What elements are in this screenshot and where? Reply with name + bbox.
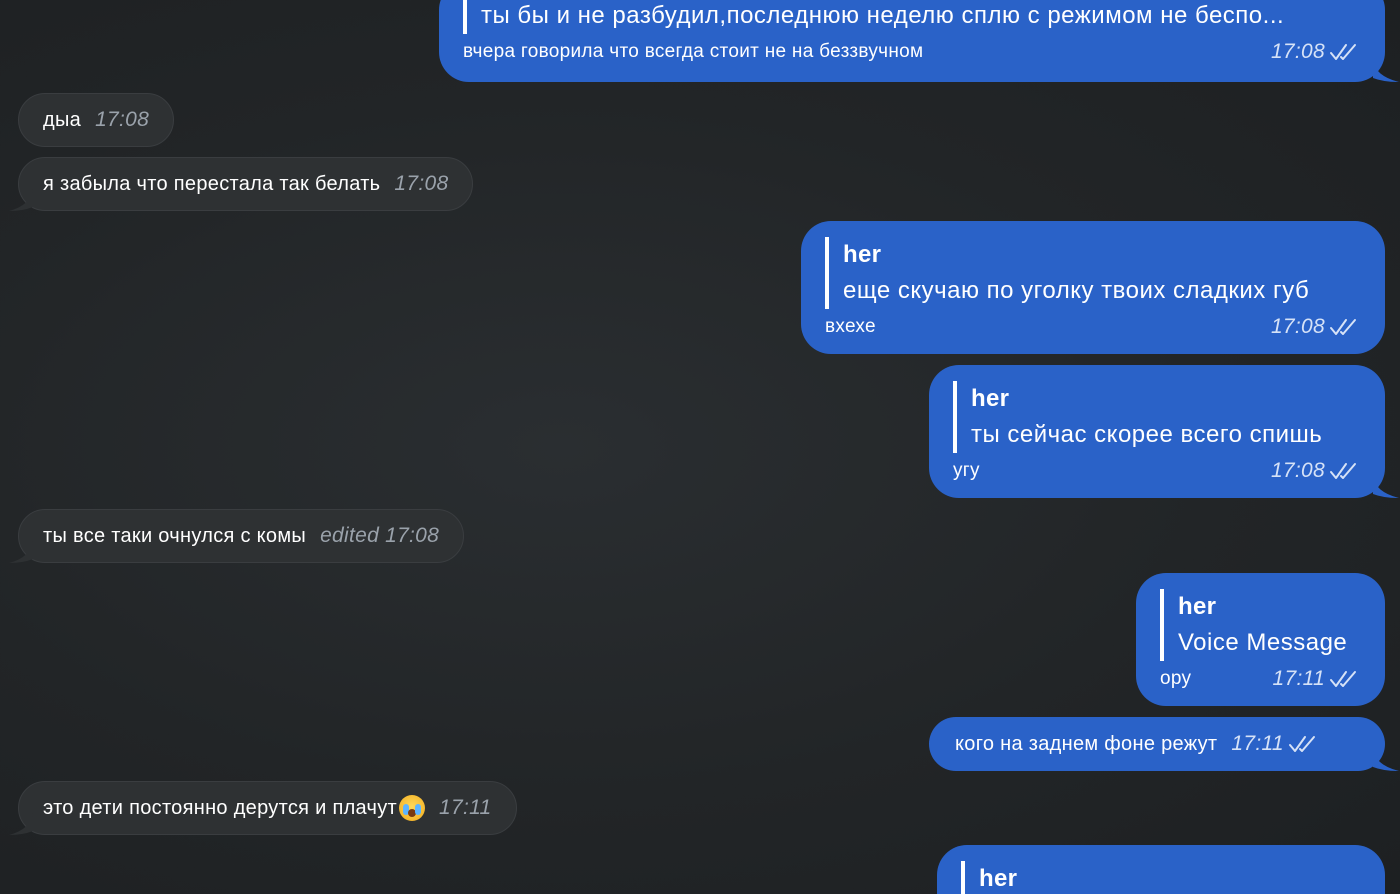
quote-author: her — [843, 241, 882, 268]
message-outgoing[interactable]: her ты сейчас скорее всего спишь угу 17:… — [929, 365, 1399, 498]
message-outgoing[interactable]: her еще скучаю по уголку твоих сладких г… — [801, 221, 1385, 354]
double-check-icon — [1330, 319, 1356, 335]
edited-label: edited — [320, 524, 380, 547]
message-bubble[interactable]: her еще скучаю по уголку твоих сладких г… — [801, 221, 1385, 354]
message-time: 17:08 — [1270, 459, 1325, 482]
message-time: 17:08 — [95, 108, 150, 131]
message-bubble[interactable]: her — [937, 845, 1385, 894]
message-text: угу — [953, 460, 980, 481]
bubble-tail — [1373, 476, 1399, 498]
message-incoming[interactable]: это дети постоянно дерутся и плачут 17:1… — [9, 781, 517, 835]
message-bubble[interactable]: дыа 17:08 — [18, 93, 175, 147]
chat-message-list: ты бы и не разбудил,последнюю неделю спл… — [0, 0, 1400, 894]
message-text: вчера говорила что всегда стоит не на бе… — [463, 41, 924, 62]
reply-quote[interactable]: her еще скучаю по уголку твоих сладких г… — [825, 237, 1359, 309]
reply-quote[interactable]: her Voice Message — [1160, 589, 1359, 661]
message-text: дыа — [43, 108, 82, 131]
message-time: 17:08 — [394, 172, 449, 195]
quote-text: еще скучаю по уголку твоих сладких губ — [843, 277, 1310, 304]
message-text: вхехе — [825, 316, 876, 337]
bubble-tail — [1373, 749, 1399, 771]
double-check-icon — [1288, 736, 1315, 752]
message-outgoing[interactable]: her Voice Message ору 17:11 — [1136, 573, 1385, 706]
message-text: кого на заднем фоне режут — [955, 732, 1218, 755]
message-time: 17:11 — [439, 796, 492, 819]
message-time: 17:08 — [1270, 40, 1325, 63]
message-time: 17:08 — [1270, 315, 1325, 338]
message-bubble[interactable]: ты бы и не разбудил,последнюю неделю спл… — [439, 0, 1399, 82]
message-outgoing[interactable]: кого на заднем фоне режут 17:11 — [929, 717, 1399, 771]
message-outgoing[interactable]: her — [937, 845, 1385, 894]
message-text: это дети постоянно дерутся и плачут — [43, 796, 398, 819]
quote-text: Voice Message — [1178, 629, 1348, 656]
message-time: 17:11 — [1272, 667, 1325, 690]
message-bubble[interactable]: кого на заднем фоне режут 17:11 — [929, 717, 1399, 771]
bubble-tail — [1373, 60, 1399, 82]
quote-author: her — [971, 385, 1010, 412]
message-bubble[interactable]: это дети постоянно дерутся и плачут 17:1… — [9, 781, 517, 835]
quote-author: her — [979, 865, 1018, 892]
reply-quote[interactable]: ты бы и не разбудил,последнюю неделю спл… — [463, 0, 1359, 34]
double-check-icon — [1330, 671, 1356, 687]
message-outgoing[interactable]: ты бы и не разбудил,последнюю неделю спл… — [439, 0, 1399, 82]
quote-text: ты сейчас скорее всего спишь — [971, 421, 1323, 448]
bubble-tail — [9, 189, 33, 211]
message-text: ору — [1160, 668, 1192, 689]
message-time: 17:08 — [385, 524, 440, 547]
bubble-tail — [9, 813, 33, 835]
message-incoming[interactable]: ты все таки очнулся с комы edited 17:08 — [9, 509, 465, 563]
double-check-icon — [1330, 44, 1356, 60]
message-bubble[interactable]: her Voice Message ору 17:11 — [1136, 573, 1385, 706]
reply-quote[interactable]: her ты сейчас скорее всего спишь — [953, 381, 1359, 453]
double-check-icon — [1330, 463, 1356, 479]
message-time: 17:11 — [1231, 732, 1284, 755]
message-bubble[interactable]: her ты сейчас скорее всего спишь угу 17:… — [929, 365, 1399, 498]
bubble-tail — [9, 541, 33, 563]
quote-author: her — [1178, 593, 1217, 620]
message-bubble[interactable]: ты все таки очнулся с комы edited 17:08 — [9, 509, 465, 563]
loudly-crying-face-emoji — [399, 795, 426, 821]
message-bubble[interactable]: я забыла что перестала так белать 17:08 — [9, 157, 474, 211]
message-text: я забыла что перестала так белать — [43, 172, 381, 195]
reply-quote[interactable]: her — [961, 861, 1359, 894]
quote-text: ты бы и не разбудил,последнюю неделю спл… — [481, 2, 1285, 29]
message-text: ты все таки очнулся с комы — [43, 524, 307, 547]
message-incoming[interactable]: я забыла что перестала так белать 17:08 — [9, 157, 474, 211]
message-incoming[interactable]: дыа 17:08 — [18, 93, 175, 147]
